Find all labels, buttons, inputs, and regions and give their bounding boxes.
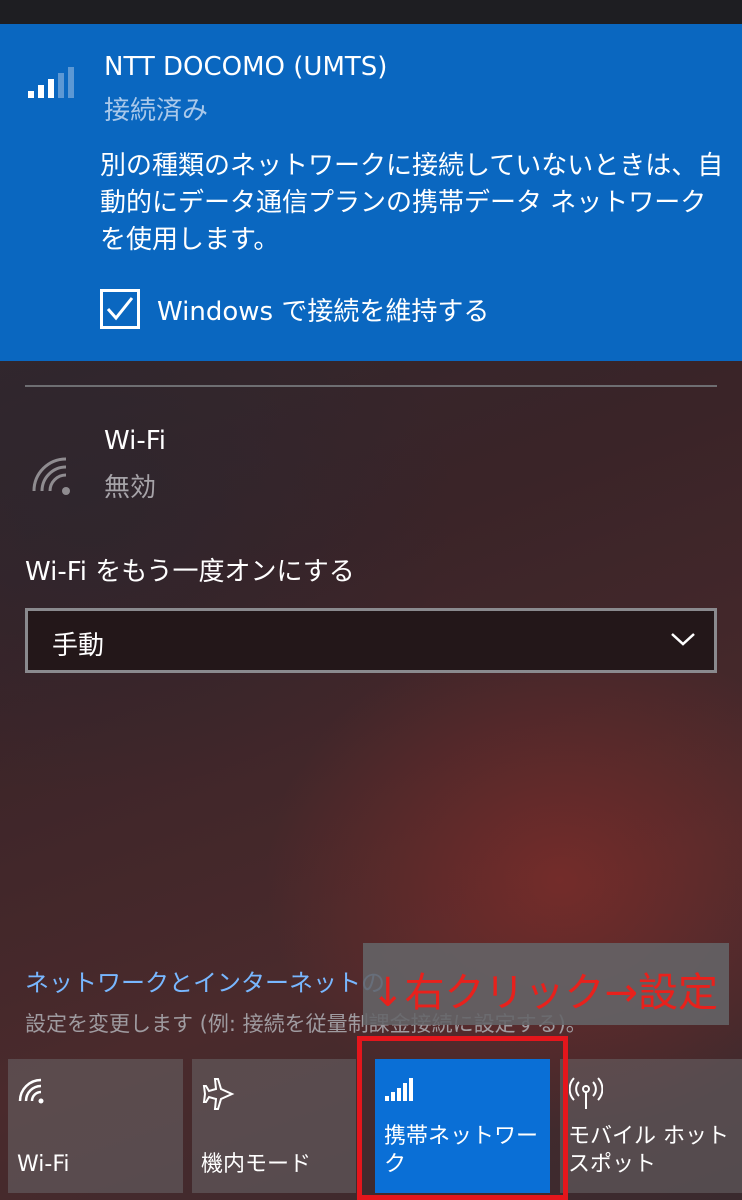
- quick-action-mobile-hotspot[interactable]: モバイル ホットスポット: [560, 1059, 742, 1193]
- chevron-down-icon: [670, 631, 696, 651]
- quick-action-airplane-mode[interactable]: 機内モード: [192, 1059, 356, 1193]
- wifi-disabled-icon: [30, 455, 76, 501]
- quick-action-label: モバイル ホットスポット: [568, 1124, 729, 1177]
- quick-action-wifi[interactable]: Wi-Fi: [8, 1059, 183, 1193]
- cellular-connection-status: 接続済み: [104, 96, 209, 126]
- quick-action-label: 機内モード: [201, 1152, 312, 1177]
- checkmark-icon: [106, 297, 134, 321]
- wifi-icon: [17, 1077, 47, 1109]
- keep-connected-checkbox[interactable]: [100, 289, 140, 329]
- keep-connected-label: Windows で接続を維持する: [157, 296, 490, 327]
- wifi-reenable-label: Wi-Fi をもう一度オンにする: [25, 557, 355, 587]
- cellular-network-panel[interactable]: NTT DOCOMO (UMTS) 接続済み 別の種類のネットワークに接続してい…: [0, 24, 742, 361]
- wifi-network-name: Wi-Fi: [104, 426, 167, 456]
- highlight-box: [357, 1036, 568, 1200]
- keep-connected-option[interactable]: Windows で接続を維持する: [100, 288, 489, 330]
- airplane-icon: [201, 1077, 235, 1115]
- quick-action-label: Wi-Fi: [17, 1152, 70, 1177]
- cellular-signal-icon: [28, 66, 76, 102]
- cellular-network-name: NTT DOCOMO (UMTS): [104, 52, 388, 82]
- annotation-callout: ↓右クリック→設定: [363, 943, 729, 1025]
- wifi-status: 無効: [104, 473, 157, 503]
- dropdown-selected-value: 手動: [52, 631, 105, 661]
- cellular-description: 別の種類のネットワークに接続していないときは、自動的にデータ通信プランの携帯デー…: [100, 151, 724, 255]
- section-divider: [25, 385, 717, 387]
- top-status-strip: [0, 0, 742, 24]
- network-settings-link[interactable]: ネットワークとインターネットの: [25, 963, 385, 998]
- wifi-reenable-dropdown[interactable]: 手動: [25, 608, 717, 673]
- mobile-hotspot-icon: [568, 1077, 604, 1115]
- annotation-text: ↓右クリック→設定: [371, 970, 719, 1016]
